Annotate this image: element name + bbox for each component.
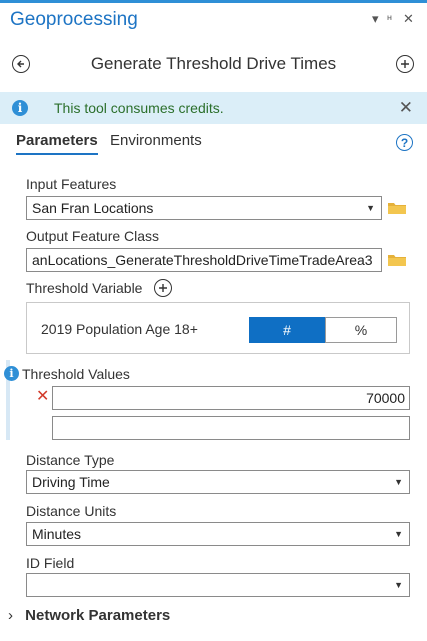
distance-units-value: Minutes <box>32 526 82 542</box>
chevron-down-icon: ▼ <box>366 203 375 213</box>
input-features-dropdown[interactable]: San Fran Locations ▼ <box>26 196 382 220</box>
output-feature-class-field[interactable]: anLocations_GenerateThresholdDriveTimeTr… <box>26 248 382 272</box>
threshold-value-input[interactable] <box>52 416 410 440</box>
tab-parameters[interactable]: Parameters <box>16 132 98 155</box>
input-features-value: San Fran Locations <box>32 200 154 216</box>
info-icon: i <box>12 100 28 116</box>
window-title: Geoprocessing <box>10 9 138 30</box>
threshold-values-label: Threshold Values <box>22 366 130 382</box>
network-parameters-expander[interactable]: › Network Parameters <box>8 607 170 624</box>
add-icon[interactable] <box>154 279 172 297</box>
distance-type-label: Distance Type <box>26 452 115 468</box>
threshold-variable-row: 2019 Population Age 18+ # % <box>26 302 410 354</box>
network-parameters-label: Network Parameters <box>25 607 171 624</box>
banner-message: This tool consumes credits. <box>54 100 224 116</box>
tab-environments[interactable]: Environments <box>110 132 202 149</box>
id-field-label: ID Field <box>26 555 75 571</box>
toggle-percent-button[interactable]: % <box>325 317 397 343</box>
chevron-down-icon: ▼ <box>394 580 403 590</box>
close-pane-icon[interactable]: ✕ <box>403 11 414 27</box>
options-dropdown-icon[interactable]: ▾ <box>372 11 379 27</box>
threshold-value-input[interactable]: 70000 <box>52 386 410 410</box>
threshold-variable-label: Threshold Variable <box>26 280 143 296</box>
toggle-count-button[interactable]: # <box>249 317 325 343</box>
chevron-down-icon: ▼ <box>394 477 403 487</box>
chevron-down-icon: ▼ <box>394 529 403 539</box>
output-feature-class-value: anLocations_GenerateThresholdDriveTimeTr… <box>32 252 373 268</box>
info-icon: i <box>4 366 19 381</box>
tool-title: Generate Threshold Drive Times <box>90 54 337 73</box>
add-icon[interactable] <box>396 55 414 73</box>
distance-units-label: Distance Units <box>26 503 117 519</box>
credits-banner: i This tool consumes credits. ✕ <box>0 92 427 124</box>
delete-icon[interactable]: ✕ <box>36 386 49 406</box>
folder-icon[interactable] <box>388 253 406 266</box>
folder-icon[interactable] <box>388 201 406 214</box>
input-features-label: Input Features <box>26 176 117 192</box>
tool-header: Generate Threshold Drive Times <box>0 44 427 84</box>
pin-icon[interactable]: ᵸ <box>387 11 392 26</box>
distance-type-value: Driving Time <box>32 474 110 490</box>
help-icon[interactable]: ? <box>396 134 413 151</box>
distance-type-dropdown[interactable]: Driving Time ▼ <box>26 470 410 494</box>
close-icon[interactable]: ✕ <box>399 98 413 118</box>
threshold-variable-name: 2019 Population Age 18+ <box>41 321 198 337</box>
distance-units-dropdown[interactable]: Minutes ▼ <box>26 522 410 546</box>
output-feature-class-label: Output Feature Class <box>26 228 160 244</box>
chevron-right-icon: › <box>8 607 13 624</box>
id-field-dropdown[interactable]: ▼ <box>26 573 410 597</box>
title-bar: Geoprocessing ▾ ᵸ ✕ <box>0 3 427 35</box>
threshold-value-1: 70000 <box>366 390 405 406</box>
